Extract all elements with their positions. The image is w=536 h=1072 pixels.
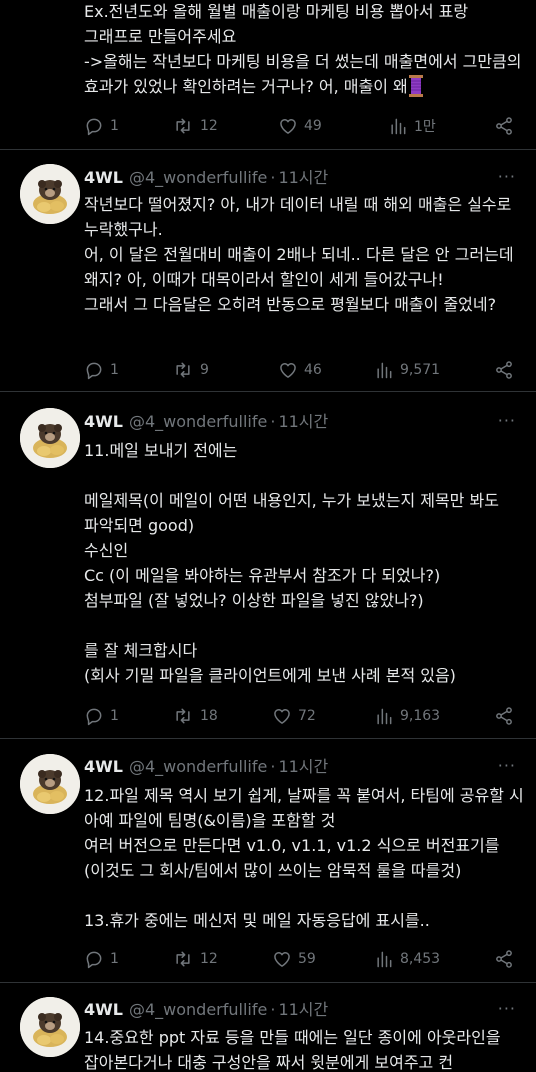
tweet-header: 4WL @4_wonderfullife · 11시간 xyxy=(84,411,328,433)
share-icon xyxy=(496,117,512,135)
like-button[interactable]: 49 xyxy=(278,114,322,138)
like-button[interactable]: 46 xyxy=(278,358,322,382)
separator-dot: · xyxy=(270,412,276,431)
tweet-header: 4WL @4_wonderfullife · 11시간 xyxy=(84,756,328,778)
tweet-text: 11.메일 보내기 전에는 메일제목(이 메일이 어떤 내용인지, 누가 보냈는… xyxy=(84,441,499,685)
share-button[interactable] xyxy=(494,114,520,138)
like-count: 46 xyxy=(304,362,322,378)
reply-icon xyxy=(86,708,102,726)
separator-dot: · xyxy=(270,757,276,776)
views-count: 9,571 xyxy=(400,362,441,378)
separator-dot: · xyxy=(270,168,276,187)
user-handle[interactable]: @4_wonderfullife xyxy=(129,168,267,187)
like-button[interactable]: 72 xyxy=(272,704,316,728)
like-icon xyxy=(274,709,290,724)
avatar[interactable] xyxy=(20,408,80,468)
tweet-text: 14.중요한 ppt 자료 등을 만들 때에는 일단 종이에 아웃라인을 잡아본… xyxy=(84,1028,506,1072)
tweet-text: 12.파일 제목 역시 보기 쉽게, 날짜를 꼭 붙여서, 타팀에 공유할 시 … xyxy=(84,786,524,930)
share-icon xyxy=(496,950,512,968)
views-count: 8,453 xyxy=(400,951,441,967)
views-button[interactable]: 8,453 xyxy=(374,947,440,971)
more-icon[interactable]: ··· xyxy=(498,411,516,430)
like-icon xyxy=(274,952,290,967)
avatar[interactable] xyxy=(20,997,80,1057)
retweet-button[interactable]: 12 xyxy=(172,947,218,971)
more-icon[interactable]: ··· xyxy=(498,756,516,775)
like-icon xyxy=(280,119,296,134)
tweet-text: 작년보다 떨어졌지? 아, 내가 데이터 내릴 때 해외 매출은 실수로 누락했… xyxy=(84,195,514,314)
display-name[interactable]: 4WL xyxy=(84,757,123,776)
share-icon xyxy=(496,361,512,379)
tweet-text: Ex.전년도와 올해 월별 매출이랑 마케팅 비용 뽑아서 표랑 그래프로 만들… xyxy=(84,2,522,97)
views-button[interactable]: 9,571 xyxy=(374,358,440,382)
share-button[interactable] xyxy=(494,947,520,971)
like-count: 59 xyxy=(298,951,316,967)
retweet-icon xyxy=(176,708,190,724)
views-count: 9,163 xyxy=(400,708,441,724)
timestamp[interactable]: 11시간 xyxy=(278,1000,328,1019)
reply-button[interactable]: 1 xyxy=(84,947,119,971)
like-button[interactable]: 59 xyxy=(272,947,316,971)
user-handle[interactable]: @4_wonderfullife xyxy=(129,412,267,431)
timestamp[interactable]: 11시간 xyxy=(278,757,328,776)
more-icon[interactable]: ··· xyxy=(498,167,516,186)
share-icon xyxy=(496,707,512,725)
retweet-icon xyxy=(176,118,190,134)
reply-count: 1 xyxy=(110,118,119,134)
reply-button[interactable]: 1 xyxy=(84,358,119,382)
retweet-icon xyxy=(176,951,190,967)
reply-count: 1 xyxy=(110,951,119,967)
display-name[interactable]: 4WL xyxy=(84,412,123,431)
reply-button[interactable]: 1 xyxy=(84,704,119,728)
tweet-actions: 1 12 49 1만 xyxy=(84,114,520,138)
retweet-button[interactable]: 9 xyxy=(172,358,209,382)
views-icon xyxy=(377,951,392,968)
tweet-card[interactable]: 4WL @4_wonderfullife · 11시간 ··· 11.메일 보내기 전… xyxy=(0,392,536,736)
reply-icon xyxy=(86,951,102,969)
views-icon xyxy=(377,362,392,379)
reply-count: 1 xyxy=(110,708,119,724)
retweet-button[interactable]: 12 xyxy=(172,114,218,138)
reply-icon xyxy=(86,118,102,136)
tweet-actions: 1 12 59 8,453 xyxy=(84,947,520,971)
timestamp[interactable]: 11시간 xyxy=(278,168,328,187)
retweet-count: 12 xyxy=(200,118,218,134)
tweet-actions: 1 18 72 9,163 xyxy=(84,704,520,728)
reply-count: 1 xyxy=(110,362,119,378)
views-button[interactable]: 9,163 xyxy=(374,704,440,728)
retweet-count: 9 xyxy=(200,362,209,378)
thread-spool-emoji xyxy=(408,75,423,97)
retweet-count: 12 xyxy=(200,951,218,967)
like-count: 72 xyxy=(298,708,316,724)
like-count: 49 xyxy=(304,118,322,134)
more-icon[interactable]: ··· xyxy=(498,999,516,1018)
views-count: 1만 xyxy=(414,119,436,135)
tweet-card[interactable]: 4WL @4_wonderfullife · 11시간 ··· 작년보다 떨어졌지? … xyxy=(0,150,536,390)
reply-button[interactable]: 1 xyxy=(84,114,119,138)
timestamp[interactable]: 11시간 xyxy=(278,412,328,431)
views-button[interactable]: 1만 xyxy=(388,114,436,138)
avatar[interactable] xyxy=(20,754,80,814)
tweet-actions: 1 9 46 9,571 xyxy=(84,358,520,382)
retweet-count: 18 xyxy=(200,708,218,724)
retweet-icon xyxy=(176,362,190,378)
share-button[interactable] xyxy=(494,704,520,728)
share-button[interactable] xyxy=(494,358,520,382)
tweet-card[interactable]: 4WL @4_wonderfullife · 11시간 ··· 12.파일 제목 역시… xyxy=(0,739,536,982)
views-icon xyxy=(391,118,406,135)
views-icon xyxy=(377,708,392,725)
retweet-button[interactable]: 18 xyxy=(172,704,218,728)
separator-dot: · xyxy=(270,1000,276,1019)
tweet-card[interactable]: 4WL @4_wonderfullife · 11시간 ··· 14.중요한 ppt … xyxy=(0,983,536,1072)
display-name[interactable]: 4WL xyxy=(84,168,123,187)
tweet-header: 4WL @4_wonderfullife · 11시간 xyxy=(84,999,328,1021)
reply-icon xyxy=(86,362,102,380)
display-name[interactable]: 4WL xyxy=(84,1000,123,1019)
tweet-card[interactable]: Ex.전년도와 올해 월별 매출이랑 마케팅 비용 뽑아서 표랑 그래프로 만들… xyxy=(0,0,536,148)
user-handle[interactable]: @4_wonderfullife xyxy=(129,1000,267,1019)
like-icon xyxy=(280,363,296,378)
avatar[interactable] xyxy=(20,164,80,224)
tweet-header: 4WL @4_wonderfullife · 11시간 xyxy=(84,167,328,189)
user-handle[interactable]: @4_wonderfullife xyxy=(129,757,267,776)
